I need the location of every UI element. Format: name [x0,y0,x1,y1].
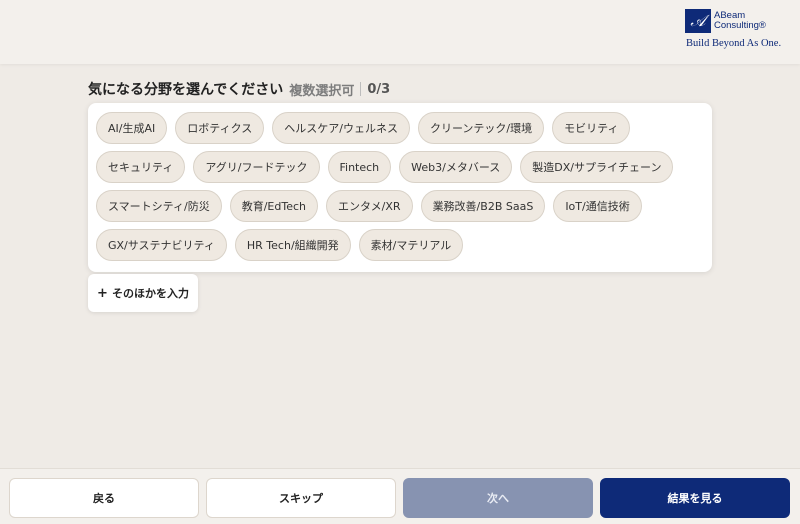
option-chip[interactable]: ヘルスケア/ウェルネス [272,112,410,144]
selection-mode-label: 複数選択可 [289,83,355,99]
plus-icon: + [97,285,108,301]
option-chip[interactable]: セキュリティ [96,151,186,183]
top-bar: 𝒜 ABeam Consulting® Build Beyond As One. [0,0,800,64]
option-chip[interactable]: エンタメ/XR [326,190,413,222]
back-button[interactable]: 戻る [9,478,199,518]
logo-name-line2: Consulting® [714,20,766,31]
option-chip-list: AI/生成AI ロボティクス ヘルスケア/ウェルネス クリーンテック/環境 モビリティセ… [96,112,704,261]
skip-button[interactable]: スキップ [206,478,396,518]
add-other-label: そのほかを入力 [111,287,189,300]
selection-count: 0/3 [367,81,391,97]
logo-tagline: Build Beyond As One. [686,38,782,49]
footer-bar: 戻る スキップ 次へ 結果を見る [0,468,800,524]
add-other-button[interactable]: + そのほかを入力 [88,274,198,312]
option-chip[interactable]: モビリティ [552,112,631,144]
question-title: 気になる分野を選んでください [88,82,284,98]
option-chip[interactable]: IoT/通信技術 [553,190,642,222]
option-chip[interactable]: スマートシティ/防災 [96,190,222,222]
option-chip[interactable]: ロボティクス [175,112,265,144]
logo-mark-icon: 𝒜 [685,9,711,33]
next-button[interactable]: 次へ [403,478,593,518]
option-chip[interactable]: 製造DX/サプライチェーン [520,151,674,183]
abeam-logo: 𝒜 ABeam Consulting® Build Beyond As One. [685,8,788,52]
view-results-button[interactable]: 結果を見る [600,478,790,518]
option-chip[interactable]: Fintech [327,151,392,183]
option-chip[interactable]: GX/サステナビリティ [96,229,227,261]
option-chip[interactable]: 業務改善/B2B SaaS [420,190,546,222]
option-chip[interactable]: アグリ/フードテック [193,151,320,183]
divider [360,82,362,96]
option-chip[interactable]: クリーンテック/環境 [417,112,545,144]
option-chip[interactable]: Web3/メタバース [399,151,513,183]
option-chip[interactable]: 教育/EdTech [229,190,318,222]
option-chip[interactable]: AI/生成AI [96,112,168,144]
question-header: 気になる分野を選んでください 複数選択可 0/3 [88,78,390,100]
option-chip[interactable]: 素材/マテリアル [358,229,464,261]
options-panel: AI/生成AI ロボティクス ヘルスケア/ウェルネス クリーンテック/環境 モビリティセ… [88,103,712,272]
option-chip[interactable]: HR Tech/組織開発 [234,229,351,261]
